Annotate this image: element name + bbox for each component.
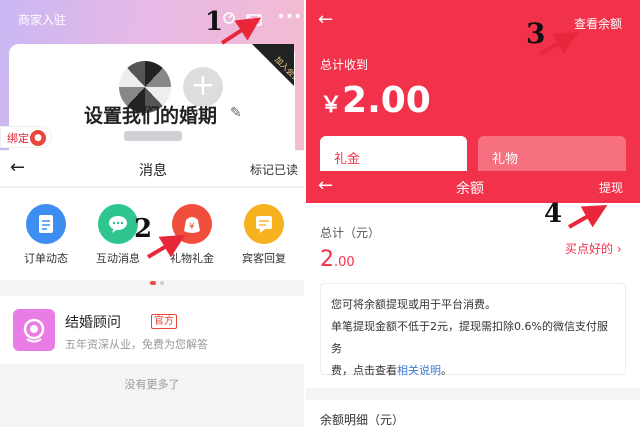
balance-int: 2 [320,247,334,272]
official-badge: 官方 [151,314,177,329]
edit-icon[interactable]: ✎ [230,105,242,121]
clipboard-icon [26,204,66,244]
messages-header: ← 消息 标记已读 [0,151,304,187]
blurred-subtitle [124,131,182,141]
gift-summary-header: ← 查看余额 总计收到 ￥2.00 礼金 礼物 [306,0,640,176]
back-arrow-icon[interactable]: ← [318,175,333,196]
bind-avatar-icon: ● [30,130,46,146]
tab-gift-money[interactable]: 礼金 [320,136,467,176]
notice-line: 您可将余额提现或用于平台消费。 [331,298,496,311]
buy-something-link[interactable]: 买点好的 › [565,240,622,257]
money-bag-icon: ¥ [172,204,212,244]
notice-line: 费，点击查看相关说明。 [331,360,615,382]
screenshot-root: 商家入驻 ••• + 加入会员 设置我们的婚期 ✎ 绑定 ● ← 消息 标记已读 [0,0,640,427]
no-more-text: 没有更多了 [124,378,180,391]
annotation-number: 2 [134,214,153,244]
balance-title: 余额 [456,181,484,197]
category-label: 宾客回复 [242,252,286,265]
page-indicator [148,270,166,289]
refresh-icon[interactable] [222,10,236,29]
annotation-number: 1 [205,7,224,37]
merchant-entry-link[interactable]: 商家入驻 [18,11,66,28]
related-info-link[interactable]: 相关说明 [397,364,441,377]
notice-text: 费，点击查看 [331,364,397,377]
amount-value: 2.00 [342,80,431,121]
chat-bubble-icon [98,204,138,244]
svg-text:¥: ¥ [189,222,195,232]
withdraw-notice: 您可将余额提现或用于平台消费。 单笔提现金额不低于2元，提现需扣除0.6%的微信… [320,283,626,377]
consultant-name: 结婚顾问 [65,315,121,331]
consultant-desc: 五年资深从业，免费为您解答 [65,338,208,351]
category-label: 互动消息 [96,252,140,265]
balance-value: 2.00 [320,247,355,272]
bind-button[interactable]: 绑定 ● [0,126,52,148]
withdraw-button[interactable]: 提现 [599,179,623,196]
total-received-label: 总计收到 [320,58,369,72]
total-received-amount: ￥2.00 [320,80,431,121]
notice-line: 单笔提现金额不低于2元，提现需扣除0.6%的微信支付服务 [331,320,608,355]
right-panel: ← 查看余额 总计收到 ￥2.00 礼金 礼物 ← 余额 提现 总计（元） 2.… [306,0,640,427]
notice-text: 。 [441,364,452,377]
mark-read-button[interactable]: 标记已读 [250,161,298,178]
consultant-headset-icon [13,309,55,351]
tab-label: 礼金 [334,152,361,167]
balance-detail-label: 余额明细（元） [320,413,405,427]
tab-gifts[interactable]: 礼物 [478,136,626,176]
back-arrow-icon[interactable]: ← [318,9,333,30]
annotation-number: 4 [544,199,563,229]
balance-dec: .00 [334,255,355,270]
section-divider [306,388,640,400]
message-icon [244,204,284,244]
more-icon[interactable]: ••• [277,9,302,25]
mail-icon[interactable] [246,11,262,30]
tab-label: 礼物 [492,152,519,167]
messages-title: 消息 [139,163,167,179]
bind-label: 绑定 [7,132,29,145]
category-label: 订单动态 [24,252,68,265]
view-balance-link[interactable]: 查看余额 [574,15,622,32]
consultant-item[interactable]: 结婚顾问 官方 五年资深从业，免费为您解答 [0,296,304,364]
category-label: 礼物礼金 [170,252,214,265]
back-arrow-icon[interactable]: ← [10,157,25,178]
category-order-updates[interactable]: 订单动态 [14,204,78,266]
balance-total-label: 总计（元） [320,226,381,240]
vip-ribbon[interactable]: 加入会员 [252,44,303,86]
currency-symbol: ￥ [320,93,343,118]
category-guest-replies[interactable]: 宾客回复 [232,204,296,266]
balance-header: ← 余额 提现 [306,171,640,203]
annotation-number: 3 [526,17,546,50]
category-gift-money[interactable]: ¥ 礼物礼金 [160,204,224,266]
wedding-date-title[interactable]: 设置我们的婚期 [84,101,217,128]
balance-body: 总计（元） 2.00 买点好的 › 您可将余额提现或用于平台消费。 单笔提现金额… [306,203,640,427]
